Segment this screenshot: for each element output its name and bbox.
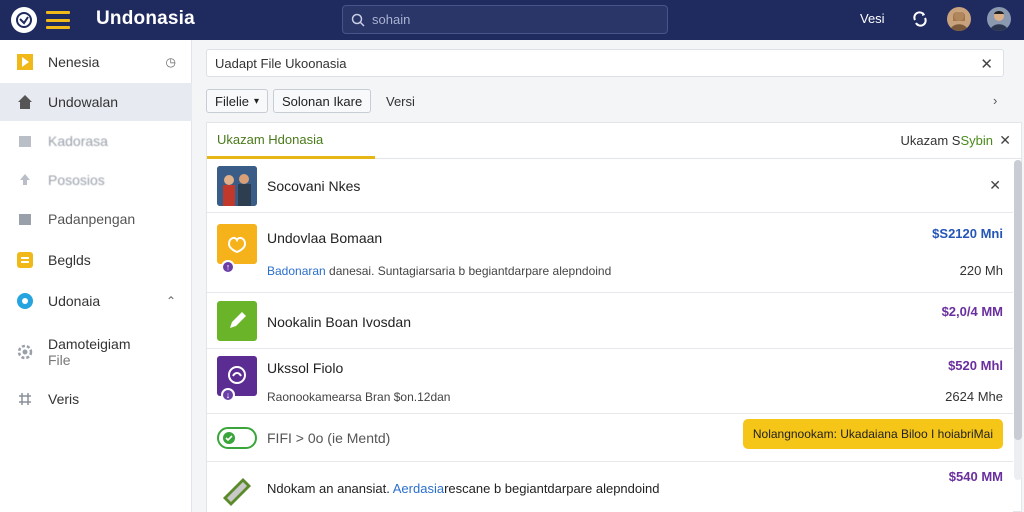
chat-icon xyxy=(16,292,34,310)
sidebar-item-label: Pososios xyxy=(48,172,105,188)
sidebar-item-label: Beglds xyxy=(48,252,91,268)
filter-button[interactable]: Filelie ▾ xyxy=(206,89,268,113)
avatar[interactable] xyxy=(987,7,1011,31)
close-icon[interactable]: ✕ xyxy=(980,55,993,73)
list-item[interactable]: ↑ Undovlaa Bomaan $S2120 Mni Badonaran d… xyxy=(207,214,1013,293)
clock-icon: ◷ xyxy=(165,55,176,69)
avatar[interactable] xyxy=(947,7,971,31)
sidebar-item-sublabel: File xyxy=(48,352,71,368)
scrollbar[interactable] xyxy=(1014,160,1022,480)
action-button[interactable]: Nolangnookam: Ukadaiana Biloo I hoiabriM… xyxy=(742,419,1003,449)
play-icon xyxy=(16,53,34,71)
row-price: $2,0/4 MM xyxy=(941,304,1003,319)
tab-ukazam-hdonasia[interactable]: Ukazam Hdonasia xyxy=(207,123,375,159)
close-icon[interactable]: ✕ xyxy=(989,177,1001,194)
row-subtext: danesai. Suntagiarsaria b begiantdarpare… xyxy=(325,264,612,278)
row-title: Ndokam an anansiat. Aerdasiarescane b be… xyxy=(267,481,659,496)
row-link[interactable]: Badonaran xyxy=(267,264,326,278)
sidebar-item-padanpengan[interactable]: Padanpengan xyxy=(0,200,192,238)
chevron-down-icon: ▾ xyxy=(253,95,259,107)
sidebar-item-label: Undowalan xyxy=(48,94,119,110)
list-item[interactable]: Nookalin Boan Ivosdan $2,0/4 MM xyxy=(207,294,1013,349)
battery-icon xyxy=(217,468,257,508)
scrollbar-thumb[interactable] xyxy=(1014,160,1022,440)
close-icon[interactable]: ✕ xyxy=(999,132,1011,149)
badge-icon: ↑ xyxy=(221,260,235,274)
row-title: Nookalin Boan Ivosdan xyxy=(267,314,411,330)
toggle-icon[interactable] xyxy=(217,427,257,449)
search-icon xyxy=(351,13,365,27)
path-text: Uadapt File Ukoonasia xyxy=(215,55,347,71)
sidebar-item-label: Udonaia xyxy=(48,293,101,309)
row-price: $520 Mhl xyxy=(948,358,1003,373)
row-link[interactable]: Aerdasia xyxy=(393,481,444,496)
sidebar-item-label: Damoteigiam xyxy=(48,336,131,352)
row-title-text: Ndokam an anansiat. xyxy=(267,481,390,496)
sidebar-item-beglds[interactable]: Beglds xyxy=(0,241,192,279)
list-item[interactable]: FIFI > 0o (ie Mentd) Nolangnookam: Ukada… xyxy=(207,415,1013,462)
tab-bar: Ukazam Hdonasia Ukazam SSybin ✕ xyxy=(207,123,1021,159)
top-link[interactable]: Vesi xyxy=(860,11,885,26)
path-field[interactable]: Uadapt File Ukoonasia ✕ xyxy=(206,49,1004,77)
list-item[interactable]: Ndokam an anansiat. Aerdasiarescane b be… xyxy=(207,463,1013,512)
tab-ukazam-sybin[interactable]: Ukazam SSybin xyxy=(901,133,994,148)
sidebar-item-label: Kadorasa xyxy=(48,133,108,149)
sidebar-item-veris[interactable]: Veris xyxy=(0,380,192,418)
upload-icon xyxy=(16,171,34,189)
main-area: Uadapt File Ukoonasia ✕ Filelie ▾ Solona… xyxy=(192,40,1024,512)
row-subtitle: Raonookamearsa Bran $on.12dan xyxy=(267,390,451,404)
sync-icon[interactable] xyxy=(911,10,929,28)
row-size: 220 Mh xyxy=(959,263,1003,278)
tab-label: Ukazam S xyxy=(900,133,961,148)
tab-label-highlight: Sybin xyxy=(960,133,993,148)
folder-icon xyxy=(16,210,34,228)
sidebar-item-kadorasa[interactable]: Kadorasa xyxy=(0,122,192,160)
thumbnail-image xyxy=(217,166,257,206)
row-price: $S2120 Mni xyxy=(932,226,1003,241)
list-item[interactable]: ↓ Ukssol Fiolo $520 Mhl Raonookamearsa B… xyxy=(207,350,1013,414)
sidebar-item-label: Nenesia xyxy=(48,54,100,70)
row-price: $540 MM xyxy=(948,469,1003,484)
sort-button[interactable]: Solonan Ikare xyxy=(273,89,372,113)
chevron-right-icon[interactable]: › xyxy=(993,93,997,108)
grid-icon xyxy=(16,251,34,269)
sidebar-item-undowalan[interactable]: Undowalan xyxy=(0,83,192,121)
sidebar-item-udonaia[interactable]: Udonaia ⌃ xyxy=(0,282,192,320)
sidebar: Nenesia ◷ Undowalan Kadorasa Pososios Pa… xyxy=(0,40,192,512)
row-title: Socovani Nkes xyxy=(267,178,361,194)
chevron-up-icon[interactable]: ⌃ xyxy=(166,294,176,308)
top-bar: Undonasia Vesi xyxy=(0,0,1024,40)
row-title: Undovlaa Bomaan xyxy=(267,230,383,246)
box-icon xyxy=(16,132,34,150)
row-title: FIFI > 0o (ie Mentd) xyxy=(267,430,391,446)
row-subtitle: Badonaran danesai. Suntagiarsaria b begi… xyxy=(267,264,611,278)
sidebar-item-label: Padanpengan xyxy=(48,211,136,227)
settings-icon xyxy=(16,343,34,361)
search-input[interactable] xyxy=(372,12,652,27)
package-icon xyxy=(217,224,257,264)
filter-button-label: Filelie xyxy=(215,93,249,109)
logo-icon[interactable] xyxy=(11,7,37,33)
list-item[interactable]: Socovani Nkes ✕ xyxy=(207,159,1013,213)
app-title: Undonasia xyxy=(96,8,195,29)
row-title: Ukssol Fiolo xyxy=(267,360,344,376)
home-icon xyxy=(16,93,34,111)
sidebar-item-label: Veris xyxy=(48,391,80,407)
sidebar-item-pososios[interactable]: Pososios xyxy=(0,161,192,199)
menu-icon[interactable] xyxy=(46,11,70,29)
toolbar-label: Versi xyxy=(386,94,415,109)
sidebar-item-damoteigiam[interactable]: Damoteigiam File xyxy=(0,330,192,374)
results-panel: Ukazam Hdonasia Ukazam SSybin ✕ Socovani… xyxy=(206,122,1022,512)
tools-icon xyxy=(16,390,34,408)
search-box[interactable] xyxy=(342,5,668,34)
badge-icon: ↓ xyxy=(221,388,235,402)
row-size: 2624 Mhe xyxy=(945,389,1003,404)
row-title-text: rescane b begiantdarpare alepndoind xyxy=(444,481,660,496)
pencil-icon xyxy=(217,301,257,341)
sort-button-label: Solonan Ikare xyxy=(282,93,363,109)
sidebar-item-nenesia[interactable]: Nenesia ◷ xyxy=(0,42,192,82)
